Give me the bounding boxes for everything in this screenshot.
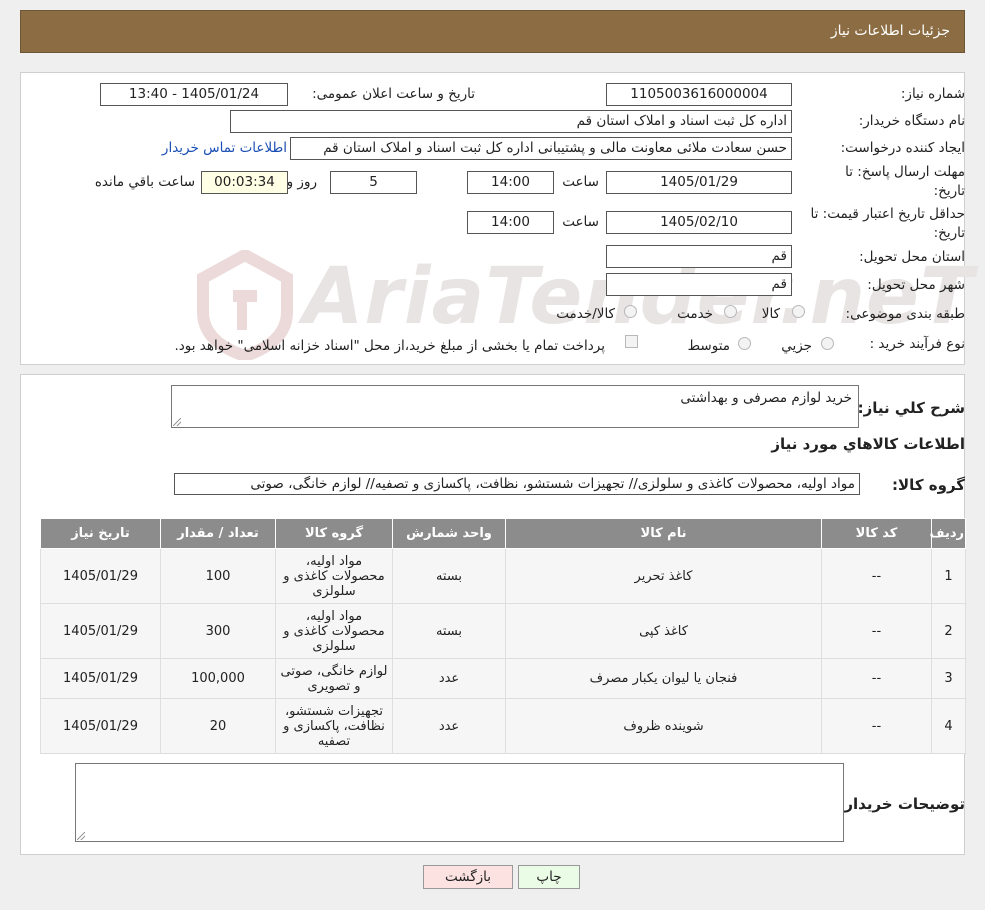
goods-group-label: گروه كالا:	[892, 476, 965, 494]
buyer-notes-textarea[interactable]	[75, 763, 844, 842]
deadline-label: مهلت ارسال پاسخ: تا	[845, 164, 965, 180]
summary-textarea[interactable]: خرید لوازم مصرفی و بهداشتی	[171, 385, 859, 428]
col-need-date: تاریخ نیاز	[40, 518, 161, 549]
process-minor-label: جزیي	[781, 338, 812, 354]
deadline-days-field: 5	[330, 171, 417, 194]
validity-label: حداقل تاریخ اعتبار قیمت: تا	[810, 206, 965, 222]
city-label: شهر محل تحویل:	[867, 277, 965, 293]
province-field: قم	[606, 245, 792, 268]
table-row: 3 -- فنجان یا لیوان یکبار مصرف عدد لوازم…	[40, 658, 966, 699]
deadline-time-label: ساعت	[562, 174, 599, 190]
cell-item-group: تجهیزات شستشو، نظافت، پاکسازی و تصفیه	[275, 698, 393, 754]
cell-item-name: کاغذ تحریر	[505, 548, 822, 604]
cell-need-date: 1405/01/29	[40, 548, 161, 604]
buyer-notes-resize-handle[interactable]	[77, 832, 85, 840]
col-unit: واحد شمارش	[392, 518, 506, 549]
deadline-days-label: روز و	[286, 174, 317, 190]
announce-label: تاریخ و ساعت اعلان عمومی:	[312, 86, 475, 102]
process-minor-radio[interactable]	[821, 337, 834, 350]
cell-row-number: 3	[931, 658, 966, 699]
province-label: استان محل تحویل:	[859, 249, 965, 265]
deadline-date-field: 1405/01/29	[606, 171, 792, 194]
treasury-payment-note: پرداخت تمام یا بخشی از مبلغ خرید،از محل …	[174, 338, 605, 354]
cell-quantity: 20	[160, 698, 276, 754]
deadline-label-date: تاریخ:	[933, 183, 965, 199]
category-goods-radio[interactable]	[792, 305, 805, 318]
buyer-org-field: اداره کل ثبت اسناد و املاک استان قم	[230, 110, 792, 133]
page-header: جزئیات اطلاعات نیاز	[20, 10, 965, 53]
cell-unit: عدد	[392, 658, 506, 699]
cell-item-name: کاغذ کپی	[505, 603, 822, 659]
items-table: رديف کد کالا نام کالا واحد شمارش گروه کا…	[40, 518, 966, 754]
category-goods-label: کالا	[761, 306, 780, 322]
validity-label-date: تاریخ:	[933, 225, 965, 241]
print-button[interactable]: چاپ	[518, 865, 580, 889]
cell-unit: بسته	[392, 548, 506, 604]
cell-item-group: مواد اولیه، محصولات کاغذی و سلولزی	[275, 548, 393, 604]
process-label: نوع فرآیند خرید :	[869, 336, 965, 352]
category-goods-service-radio[interactable]	[624, 305, 637, 318]
back-button[interactable]: بازگشت	[423, 865, 513, 889]
table-row: 4 -- شوینده ظروف عدد تجهیزات شستشو، نظاف…	[40, 698, 966, 754]
buyer-notes-label: توضیحات خریدار:	[838, 795, 965, 813]
cell-need-date: 1405/01/29	[40, 603, 161, 659]
cell-item-code: --	[821, 548, 932, 604]
goods-group-field: مواد اولیه، محصولات کاغذی و سلولزی// تجه…	[174, 473, 860, 495]
need-number-label: شماره نیاز:	[900, 86, 965, 102]
cell-quantity: 300	[160, 603, 276, 659]
remaining-time-label: ساعت باقي مانده	[94, 174, 195, 190]
col-row-number: رديف	[929, 518, 966, 549]
requester-label: ایجاد کننده درخواست:	[840, 140, 965, 156]
col-item-group: گروه کالا	[275, 518, 393, 549]
buyer-org-label: نام دستگاه خریدار:	[858, 113, 965, 129]
cell-need-date: 1405/01/29	[40, 698, 161, 754]
cell-item-name: شوینده ظروف	[505, 698, 822, 754]
items-section-title: اطلاعات كالاهاي مورد نياز	[771, 435, 965, 453]
requester-field: حسن سعادت ملائی معاونت مالی و پشتیبانی ا…	[290, 137, 792, 160]
cell-item-group: مواد اولیه، محصولات کاغذی و سلولزی	[275, 603, 393, 659]
cell-quantity: 100	[160, 548, 276, 604]
category-service-label: خدمت	[677, 306, 713, 322]
announce-field: 1405/01/24 - 13:40	[100, 83, 288, 106]
page-title: جزئیات اطلاعات نیاز	[830, 23, 950, 39]
table-header-row: رديف کد کالا نام کالا واحد شمارش گروه کا…	[40, 518, 966, 549]
category-service-radio[interactable]	[724, 305, 737, 318]
category-label: طبقه بندی موضوعی:	[845, 306, 965, 322]
city-field: قم	[606, 273, 792, 296]
cell-item-group: لوازم خانگی، صوتی و تصویری	[275, 658, 393, 699]
process-medium-label: متوسط	[687, 338, 730, 354]
remaining-time-field: 00:03:34	[201, 171, 288, 194]
treasury-payment-checkbox[interactable]	[625, 335, 638, 348]
col-item-name: نام کالا	[505, 518, 822, 549]
deadline-time-field: 14:00	[467, 171, 554, 194]
cell-row-number: 1	[931, 548, 966, 604]
validity-time-field: 14:00	[467, 211, 554, 234]
summary-resize-handle[interactable]	[173, 418, 181, 426]
cell-row-number: 4	[931, 698, 966, 754]
cell-item-name: فنجان یا لیوان یکبار مصرف	[505, 658, 822, 699]
category-goods-service-label: کالا/خدمت	[556, 306, 615, 322]
col-quantity: تعداد / مقدار	[160, 518, 276, 549]
cell-need-date: 1405/01/29	[40, 658, 161, 699]
table-row: 1 -- کاغذ تحریر بسته مواد اولیه، محصولات…	[40, 548, 966, 604]
process-medium-radio[interactable]	[738, 337, 751, 350]
cell-row-number: 2	[931, 603, 966, 659]
cell-item-code: --	[821, 698, 932, 754]
summary-label: شرح كلي نياز:	[857, 399, 965, 417]
cell-item-code: --	[821, 603, 932, 659]
cell-unit: بسته	[392, 603, 506, 659]
need-number-field: 1105003616000004	[606, 83, 792, 106]
cell-unit: عدد	[392, 698, 506, 754]
table-row: 2 -- کاغذ کپی بسته مواد اولیه، محصولات ک…	[40, 603, 966, 659]
col-item-code: کد کالا	[821, 518, 932, 549]
cell-quantity: 100,000	[160, 658, 276, 699]
validity-time-label: ساعت	[562, 214, 599, 230]
validity-date-field: 1405/02/10	[606, 211, 792, 234]
buyer-contact-link[interactable]: اطلاعات تماس خریدار	[162, 140, 287, 156]
cell-item-code: --	[821, 658, 932, 699]
